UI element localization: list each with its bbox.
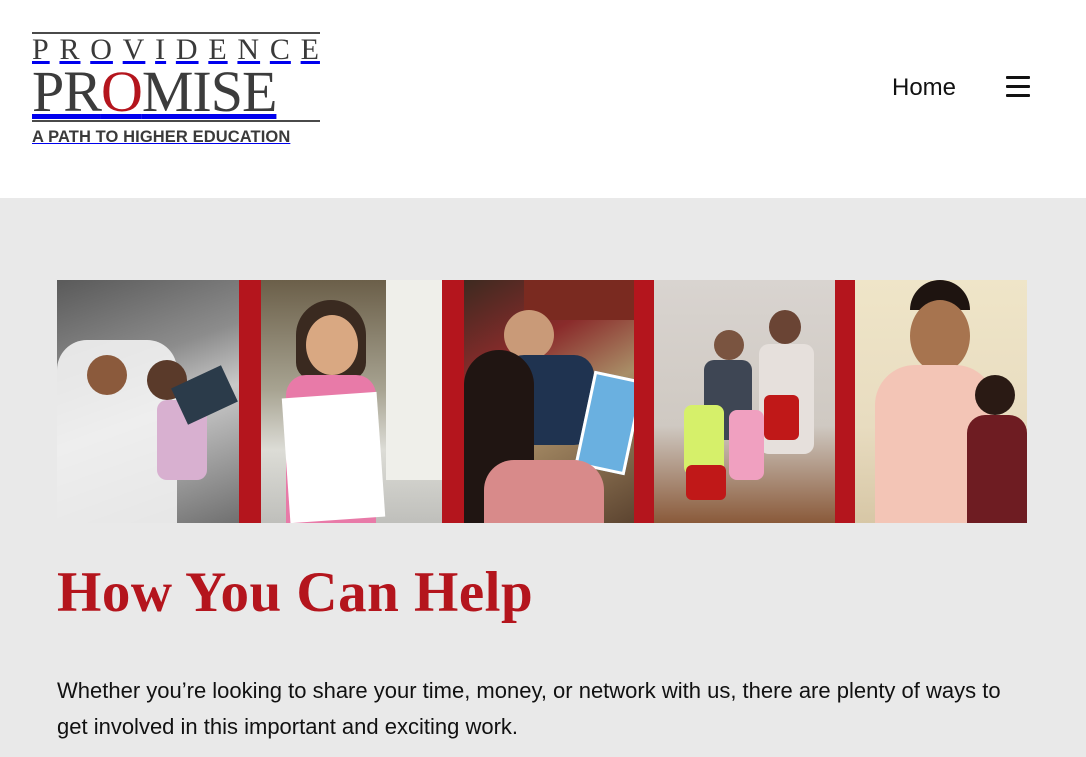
providence-promise-logo[interactable]: P R O V I D E N C E PROMISE A PATH TO HI… [32,32,320,147]
logo-main-part: MISE [141,59,278,124]
banner-divider [633,280,654,523]
logo-main-part: PR [32,59,102,124]
nav-home-link[interactable]: Home [892,74,956,102]
menu-bar [1006,76,1030,79]
girl-with-paper-photo [260,280,443,523]
menu-bar [1006,85,1030,88]
banner-divider [442,280,465,523]
father-reading-photo [57,280,239,523]
logo-main-word: PROMISE [32,63,320,121]
logo-letter: E [300,33,320,66]
site-header: P R O V I D E N C E PROMISE A PATH TO HI… [0,0,1086,198]
menu-bar [1006,94,1030,97]
banner-divider [835,280,856,523]
child-reading-book-photo [464,280,634,523]
mother-and-son-photo [855,280,1027,523]
photo-banner [57,280,1027,523]
page-title: How You Can Help [57,561,534,624]
children-with-bags-photo [653,280,836,523]
intro-paragraph: Whether you’re looking to share your tim… [57,678,1001,739]
logo-red-o: O [100,59,143,124]
hamburger-menu-icon[interactable] [1006,76,1030,100]
logo-tagline: A PATH TO HIGHER EDUCATION [32,128,291,146]
banner-divider [238,280,261,523]
